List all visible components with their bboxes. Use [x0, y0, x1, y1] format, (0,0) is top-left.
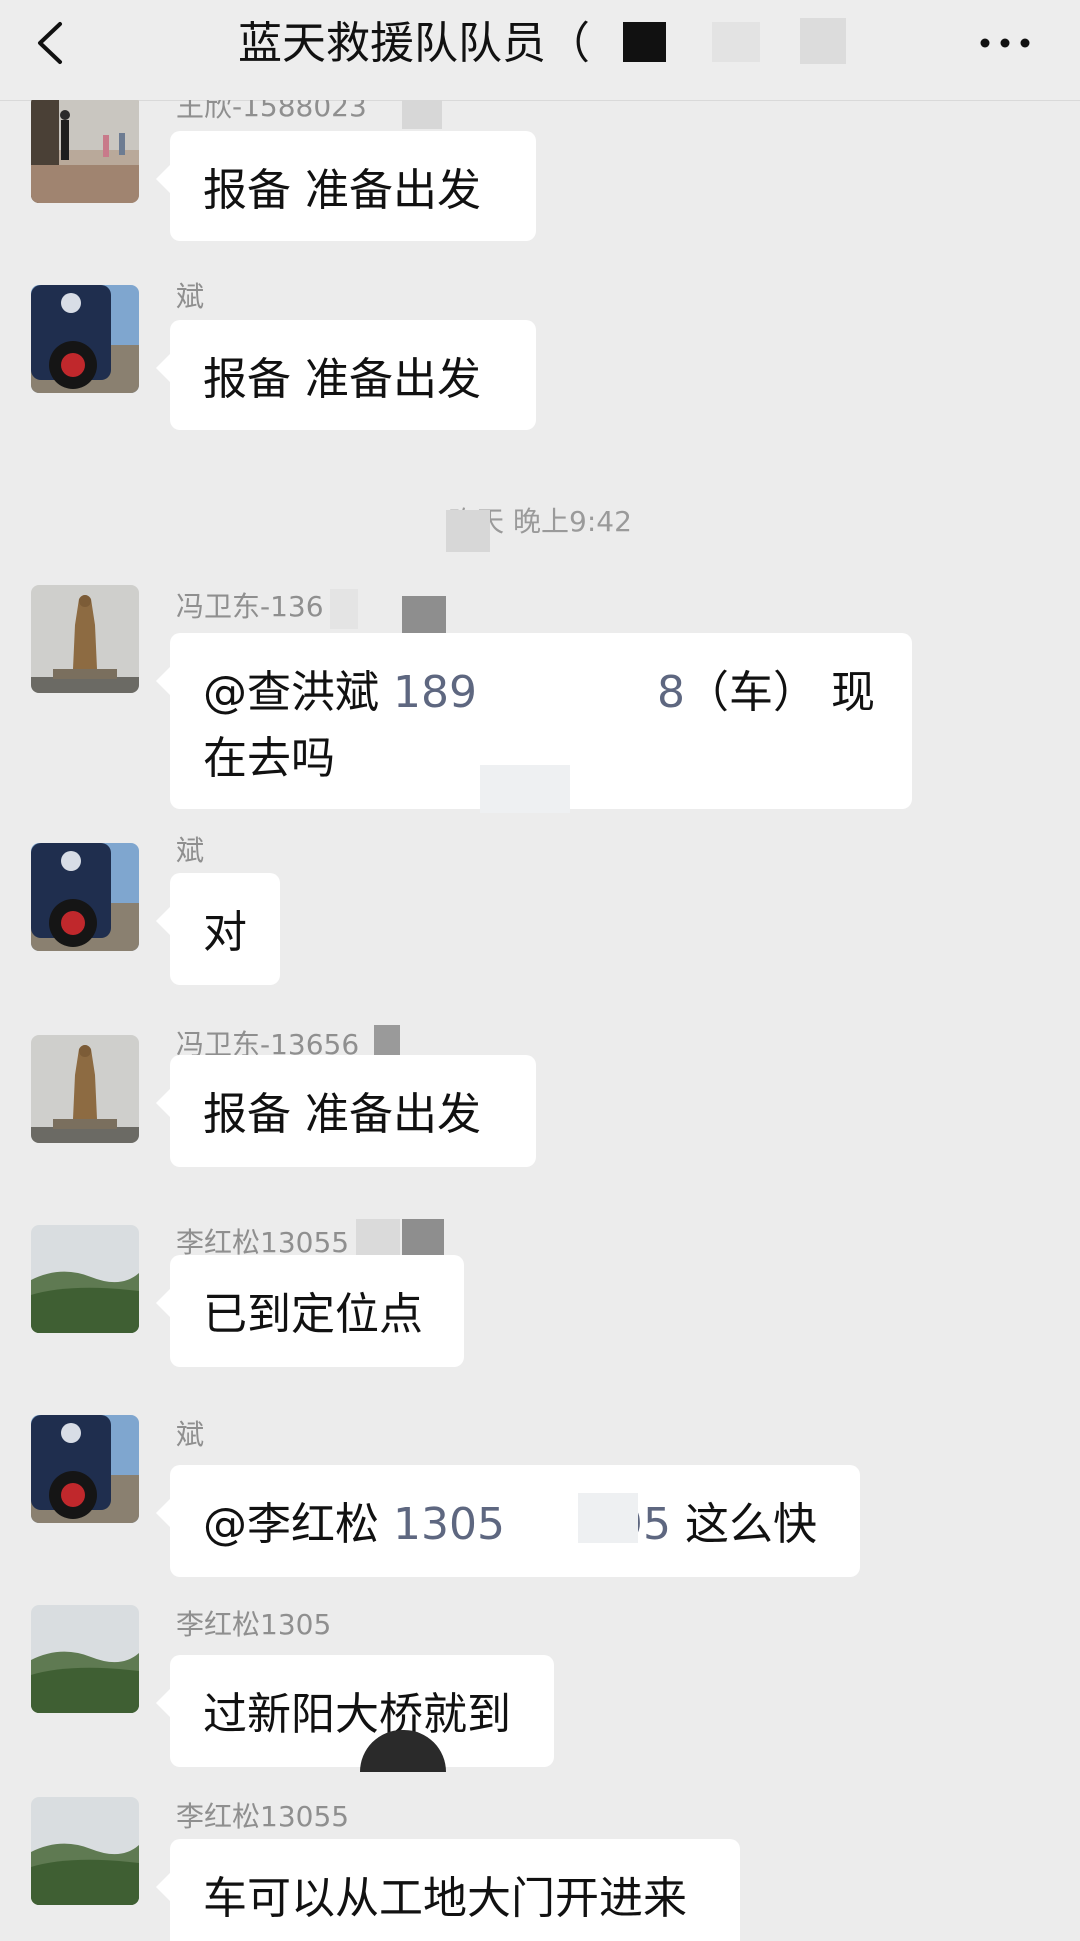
message-text: 报备 准备出发 [203, 354, 481, 405]
more-button[interactable] [975, 20, 1035, 66]
timestamp: 昨天 晚上9:42 [448, 505, 632, 538]
jeep-avatar-icon [31, 1415, 139, 1523]
chevron-left-icon [38, 22, 62, 64]
message-bubble[interactable]: 对 [156, 873, 280, 985]
phone-number: 1305 [393, 1499, 505, 1550]
avatar[interactable] [31, 585, 139, 693]
message-bubble[interactable]: 过新阳大桥就到 [156, 1655, 554, 1767]
title-redaction [623, 22, 666, 62]
redaction [578, 1493, 638, 1543]
statue-avatar-icon [31, 585, 139, 693]
sender-name: 斌 [176, 834, 205, 867]
redaction [330, 589, 358, 629]
redaction [402, 1219, 444, 1259]
phone-number: 8 [656, 667, 685, 718]
title-redaction [800, 18, 846, 64]
redaction [446, 510, 490, 552]
message-bubble[interactable]: 车可以从工地大门开进来 [156, 1839, 740, 1941]
jeep-avatar-icon [31, 843, 139, 951]
message-text: 过新阳大桥就到 [203, 1689, 511, 1740]
message-text: 车可以从工地大门开进来 [203, 1873, 687, 1924]
sender-name: 斌 [176, 280, 205, 313]
avatar[interactable] [31, 1035, 139, 1143]
chat-header: 蓝天救援队队员（ [0, 0, 1080, 101]
message-text: 报备 准备出发 [203, 165, 481, 216]
avatar[interactable] [31, 1605, 139, 1713]
message-bubble[interactable]: 报备 准备出发 [156, 131, 536, 241]
sender-name: 李红松13055 [176, 1800, 350, 1833]
redaction [402, 100, 442, 129]
avatar[interactable] [31, 843, 139, 951]
redaction [356, 1219, 400, 1259]
phone-number: 189 [393, 667, 477, 718]
avatar[interactable] [31, 1797, 139, 1905]
avatar[interactable] [31, 1225, 139, 1333]
statue-avatar-icon [31, 1035, 139, 1143]
sender-name: 斌 [176, 1418, 205, 1451]
message-text: 已到定位点 [203, 1289, 423, 1340]
message-bubble[interactable]: 已到定位点 [156, 1255, 464, 1367]
chat-title: 蓝天救援队队员（ [238, 18, 590, 69]
title-redaction [712, 22, 760, 62]
message-text: @李红松 [203, 1499, 393, 1550]
message-bubble[interactable]: @李红松 1305 95 这么快 [156, 1465, 860, 1577]
message-list[interactable]: 王欣-1588023 报备 准备出发 斌 报备 准备出发 昨天 晚上9:42 冯… [0, 100, 1080, 1941]
street-photo-avatar-icon [31, 100, 139, 203]
mountain-avatar-icon [31, 1797, 139, 1905]
redaction [480, 765, 570, 813]
sender-name: 李红松1305 [176, 1608, 332, 1641]
back-button[interactable] [28, 18, 78, 68]
more-horizontal-icon [980, 38, 1030, 48]
sender-name: 冯卫东-136 [176, 590, 324, 623]
message-text: 对 [203, 907, 247, 958]
redaction [402, 596, 446, 636]
mountain-avatar-icon [31, 1605, 139, 1713]
sender-name: 王欣-1588023 [176, 100, 367, 123]
message-text: 这么快 [670, 1499, 817, 1550]
mountain-avatar-icon [31, 1225, 139, 1333]
message-bubble[interactable]: 报备 准备出发 [156, 1055, 536, 1167]
avatar[interactable] [31, 285, 139, 393]
message-text: 报备 准备出发 [203, 1089, 481, 1140]
jeep-avatar-icon [31, 285, 139, 393]
avatar[interactable] [31, 1415, 139, 1523]
message-text: @查洪斌 [203, 667, 393, 718]
message-bubble[interactable]: 报备 准备出发 [156, 320, 536, 430]
avatar[interactable] [31, 100, 139, 203]
